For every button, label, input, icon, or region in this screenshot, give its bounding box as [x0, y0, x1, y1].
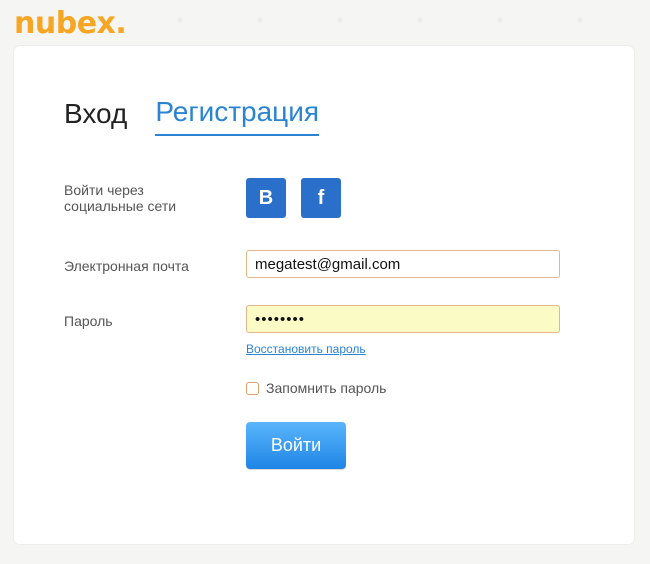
tab-register[interactable]: Регистрация: [155, 94, 320, 136]
password-field[interactable]: [246, 305, 560, 333]
vk-login-button[interactable]: B: [246, 178, 286, 218]
remember-label[interactable]: Запомнить пароль: [266, 380, 386, 396]
email-field[interactable]: [246, 250, 560, 278]
vk-icon: B: [258, 186, 274, 209]
email-label: Электронная почта: [64, 258, 189, 274]
auth-tabs: Вход Регистрация: [64, 94, 320, 136]
tab-login[interactable]: Вход: [64, 96, 127, 136]
logo-text: nubex: [14, 6, 116, 41]
facebook-icon: f: [317, 186, 325, 209]
social-login-label: Войти через социальные сети: [64, 182, 177, 214]
remember-password: Запомнить пароль: [246, 380, 386, 396]
remember-checkbox[interactable]: [246, 381, 259, 395]
nubex-logo: nubex.: [14, 6, 127, 42]
facebook-login-button[interactable]: f: [301, 178, 341, 218]
logo-dot: .: [115, 6, 127, 41]
login-button-label: Войти: [270, 435, 322, 455]
login-card: Вход Регистрация Войти через социальные …: [14, 46, 634, 544]
restore-password-link[interactable]: Восстановить пароль: [246, 342, 366, 356]
password-label: Пароль: [64, 313, 113, 329]
login-button[interactable]: Войти: [246, 422, 346, 469]
